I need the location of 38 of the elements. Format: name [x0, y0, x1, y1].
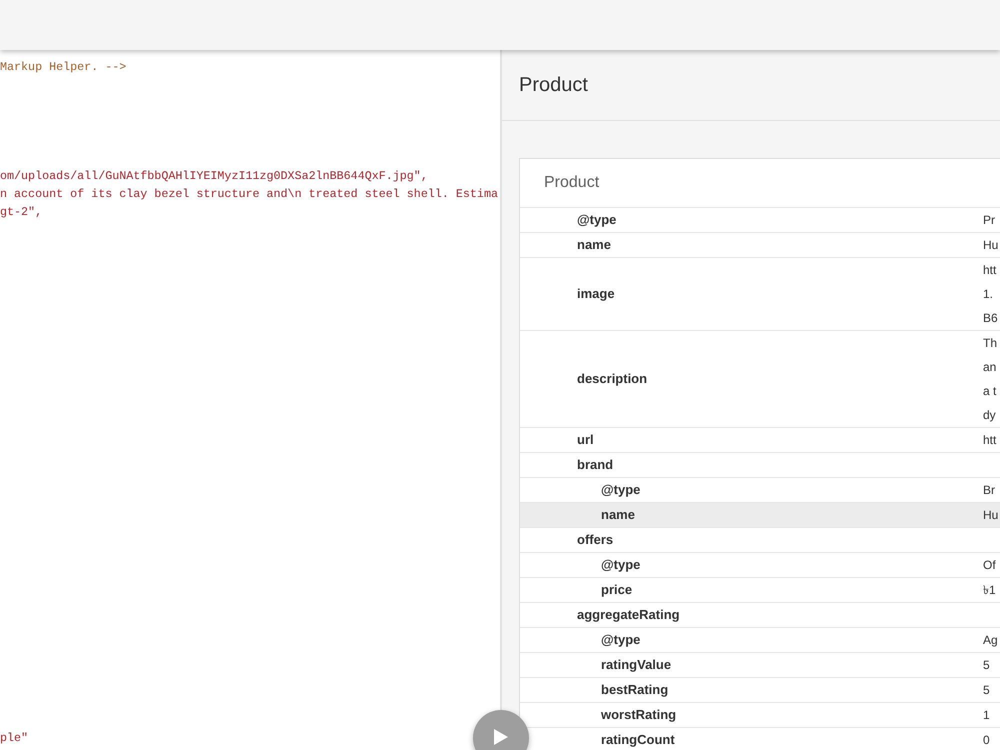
play-icon — [494, 729, 508, 745]
property-name: image — [577, 286, 615, 301]
code-line: om/uploads/all/GuNAtfbbQAHlIYEIMyzI11zg0DXSa2lnBB644QxF.jpg", — [0, 168, 428, 185]
property-name: ratingCount — [601, 732, 675, 747]
property-name: description — [577, 371, 648, 386]
property-value: Hu — [983, 237, 998, 254]
code-line: gt-2", — [0, 204, 42, 221]
property-name: worstRating — [601, 707, 676, 722]
property-name: name — [577, 237, 611, 252]
property-value: htt 1. B6 — [983, 262, 998, 327]
property-value: htt — [983, 432, 996, 449]
property-value: 5 — [983, 657, 990, 674]
panel-title: Product — [519, 73, 588, 98]
property-name: @type — [601, 632, 640, 647]
property-name: @type — [601, 482, 640, 497]
code-line: ple" — [0, 730, 28, 747]
property-name: bestRating — [601, 682, 668, 697]
property-name: ratingValue — [601, 657, 672, 672]
property-name: aggregateRating — [577, 607, 680, 622]
property-name: brand — [577, 457, 614, 472]
code-line: n account of its clay bezel structure and\n treated steel shell. Estima — [0, 186, 498, 203]
property-name: url — [577, 432, 594, 447]
property-value: ৳1 — [983, 582, 996, 599]
property-name: price — [601, 582, 632, 597]
property-value: 0 — [983, 732, 990, 749]
code-line: Markup Helper. --> — [0, 59, 126, 76]
property-name: @type — [601, 557, 640, 572]
property-name: @type — [577, 212, 616, 227]
property-value: Ag — [983, 632, 998, 649]
property-name: name — [601, 507, 635, 522]
property-value: Br — [983, 482, 995, 499]
property-value: Pr — [983, 212, 995, 229]
property-value: 5 — [983, 682, 990, 699]
property-value: 1 — [983, 707, 990, 724]
property-value: Hu — [983, 507, 998, 524]
property-value: Of — [983, 557, 996, 574]
card-title: Product — [544, 173, 600, 193]
property-name: offers — [577, 532, 614, 547]
